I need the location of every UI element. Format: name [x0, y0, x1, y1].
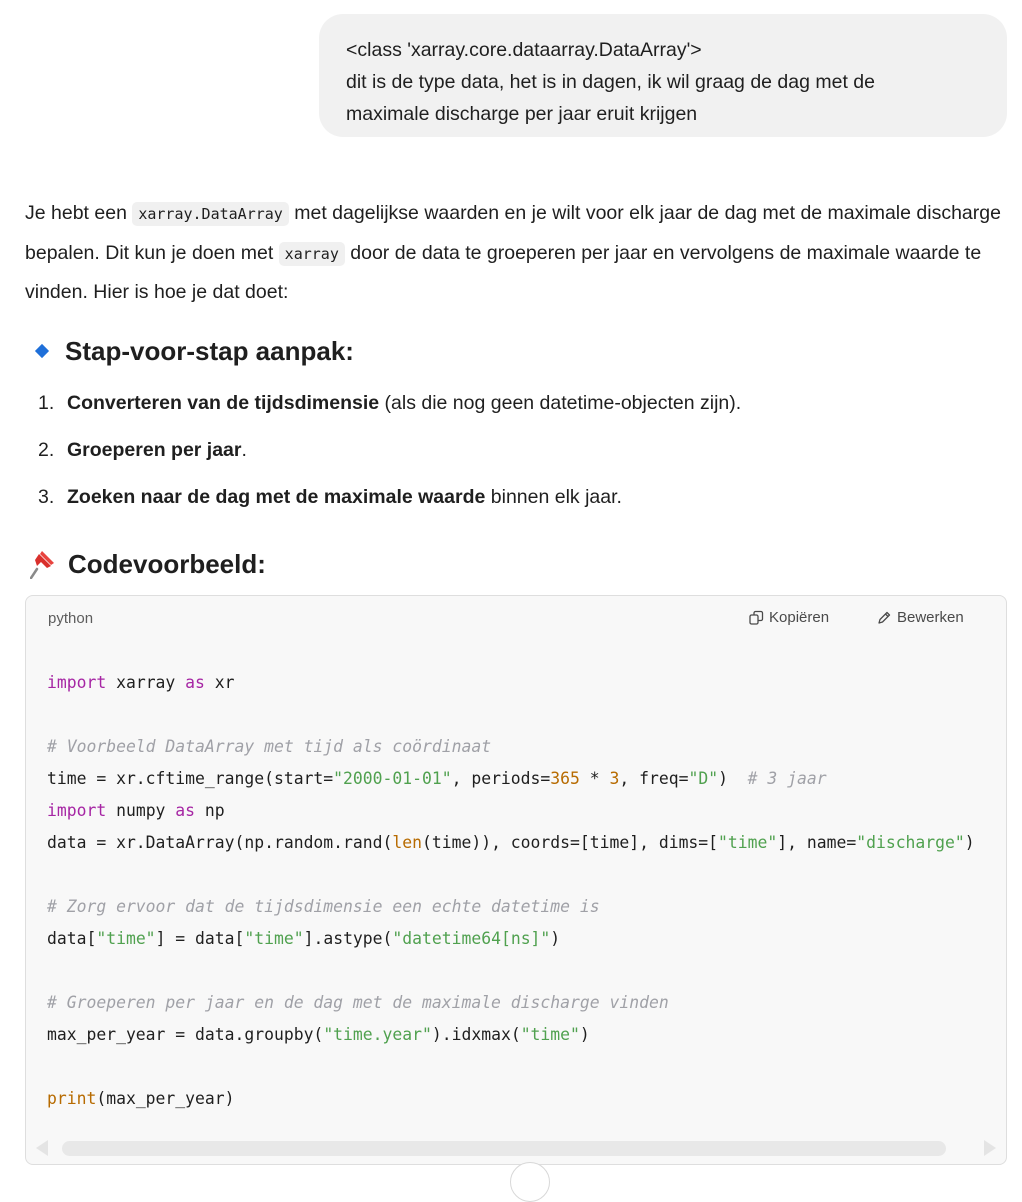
- code-string: "time": [520, 1025, 580, 1044]
- copy-button-label: Kopiëren: [769, 609, 830, 626]
- copy-button[interactable]: Kopiëren: [748, 609, 829, 626]
- code-string: "2000-01-01": [333, 769, 452, 788]
- user-message-line: dit is de type data, het is in dagen, ik…: [346, 71, 875, 93]
- step-title: Groeperen per jaar: [67, 439, 242, 461]
- code-token: ): [550, 929, 561, 948]
- code-token: ] = data[: [155, 929, 245, 948]
- code-token: max_per_year = data.groupby(: [47, 1025, 324, 1044]
- code-number: 3: [609, 769, 620, 788]
- step-text: .: [241, 439, 247, 461]
- edit-button[interactable]: Bewerken: [876, 609, 964, 626]
- code-comment: # 3 jaar: [747, 769, 827, 788]
- pencil-icon: [878, 611, 891, 624]
- intro-text: Je hebt een: [25, 202, 133, 224]
- user-message-line: <class 'xarray.core.dataarray.DataArray'…: [346, 39, 702, 61]
- code-block: python Kopiëren Bewerken import xarray a…: [25, 595, 1007, 1165]
- code-token: ): [718, 769, 748, 788]
- code-builtin: print: [47, 1089, 97, 1108]
- user-message-bubble: <class 'xarray.core.dataarray.DataArray'…: [319, 14, 1007, 137]
- scroll-left-arrow-icon[interactable]: [36, 1140, 48, 1156]
- code-string: "time": [244, 929, 304, 948]
- code-token: *: [579, 769, 610, 788]
- code-comment: # Voorbeeld DataArray met tijd als coörd…: [47, 737, 492, 756]
- code-number: 365: [550, 769, 580, 788]
- code-string: "time.year": [323, 1025, 432, 1044]
- code-token: np: [195, 801, 225, 820]
- blue-diamond-icon: [34, 343, 50, 359]
- code-token: ], name=: [777, 833, 857, 852]
- code-string: "time": [718, 833, 778, 852]
- code-comment: # Zorg ervoor dat de tijdsdimensie een e…: [47, 897, 600, 916]
- steps-heading: Stap-voor-stap aanpak:: [30, 334, 354, 368]
- code-token: , periods=: [451, 769, 551, 788]
- step-title: Converteren van de tijdsdimensie: [67, 392, 380, 414]
- step-item: 1. Converteren van de tijdsdimensie (als …: [38, 389, 741, 417]
- code-heading-text: Codevoorbeeld:: [68, 549, 266, 579]
- steps-heading-text: Stap-voor-stap aanpak:: [65, 336, 354, 366]
- code-token: ): [964, 833, 975, 852]
- code-token: import: [47, 801, 107, 820]
- step-title: Zoeken naar de dag met de maximale waard…: [67, 486, 486, 508]
- code-token: ].astype(: [303, 929, 393, 948]
- pushpin-icon: [30, 551, 54, 579]
- scroll-to-bottom-button[interactable]: [510, 1162, 550, 1202]
- code-token: ): [579, 1025, 590, 1044]
- step-text: (als die nog geen datetime-objecten zijn…: [379, 392, 742, 414]
- code-language-label: python: [48, 610, 94, 627]
- scroll-right-arrow-icon[interactable]: [984, 1140, 996, 1156]
- user-message-line: maximale discharge per jaar eruit krijge…: [346, 103, 698, 125]
- code-token: xr: [204, 673, 235, 692]
- code-token: import: [47, 673, 107, 692]
- code-token: , freq=: [619, 769, 689, 788]
- horizontal-scrollbar[interactable]: [26, 1132, 1006, 1164]
- inline-code: xarray.DataArray: [132, 202, 289, 226]
- step-number: 3.: [38, 486, 55, 508]
- code-token: (time)), coords=[time], dims=[: [422, 833, 719, 852]
- step-item: 2. Groeperen per jaar.: [38, 436, 247, 464]
- step-number: 1.: [38, 392, 55, 414]
- code-token: as: [185, 673, 205, 692]
- code-token: (max_per_year): [96, 1089, 235, 1108]
- step-number: 2.: [38, 439, 55, 461]
- code-token: ).idxmax(: [431, 1025, 521, 1044]
- code-heading: Codevoorbeeld:: [30, 547, 266, 581]
- code-string: "time": [96, 929, 156, 948]
- code-string: "D": [688, 769, 719, 788]
- code-token: data = xr.DataArray(np.random.rand(: [47, 833, 393, 852]
- code-token: xarray: [106, 673, 186, 692]
- step-item: 3. Zoeken naar de dag met de maximale waa…: [38, 483, 622, 511]
- code-string: "datetime64[ns]": [392, 929, 551, 948]
- copy-icon: [749, 610, 764, 625]
- inline-code: xarray: [278, 241, 345, 266]
- code-token: data[: [47, 929, 97, 948]
- code-token: numpy: [106, 801, 176, 820]
- code-token: as: [175, 801, 196, 820]
- response-intro: Je hebt een xarray.DataArray met dagelij…: [25, 194, 1010, 312]
- code-string: "discharge": [856, 833, 965, 852]
- code-builtin: len: [392, 833, 422, 852]
- edit-button-label: Bewerken: [897, 609, 964, 626]
- scrollbar-thumb[interactable]: [62, 1141, 946, 1156]
- code-comment: # Groeperen per jaar en de dag met de ma…: [47, 993, 669, 1012]
- code-token: time = xr.cftime_range(start=: [47, 769, 334, 788]
- step-text: binnen elk jaar.: [485, 486, 622, 508]
- code-content: import xarray as xr # Voorbeeld DataArra…: [47, 667, 975, 1115]
